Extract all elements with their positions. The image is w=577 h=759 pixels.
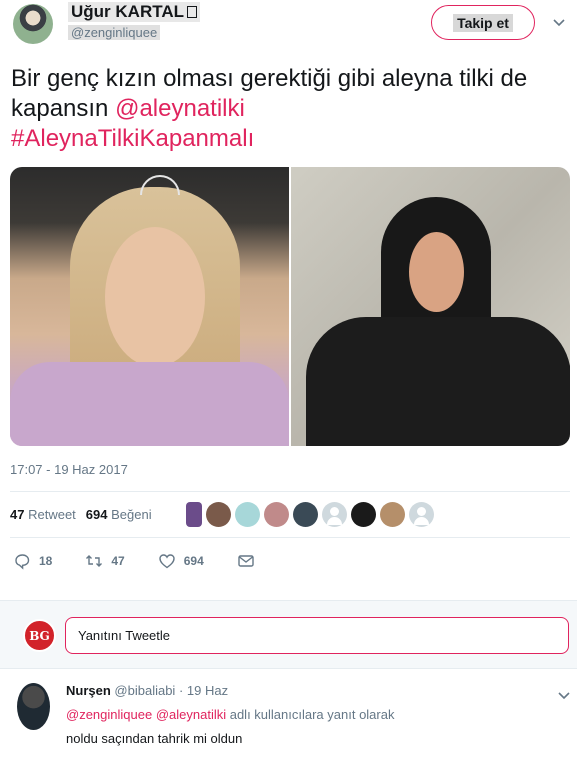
reply-composer: BG Yanıtını Tweetle [0,600,577,668]
reply-mention-1[interactable]: @zenginliquee [66,707,152,722]
reply-mention-2[interactable]: @aleynatilki [156,707,226,722]
liker-avatar[interactable] [380,502,405,527]
liker-avatar[interactable] [293,502,318,527]
like-stat-label: Beğeni [111,507,152,522]
like-stat-count: 694 [85,507,108,522]
reply-body: noldu saçından tahrik mi oldun [66,731,243,746]
author-handle[interactable]: @zenginliquee [68,25,161,40]
follow-label: Takip et [453,13,513,32]
like-stat[interactable]: 694 Beğeni [86,507,152,522]
envelope-icon [238,555,254,567]
tweet-hashtag-link[interactable]: #AleynaTilkiKapanmalı [11,125,254,152]
liker-avatar[interactable] [351,502,376,527]
current-user-avatar[interactable]: BG [23,619,56,652]
author-name-wrap[interactable]: Uğur KARTAL [68,2,200,22]
unknown-glyph-icon [187,6,197,18]
reply-input[interactable]: Yanıtını Tweetle [65,617,569,654]
tweet-photo-1[interactable] [10,167,289,446]
liker-avatar[interactable] [186,502,202,527]
heart-icon [159,554,175,569]
retweet-stat[interactable]: 47 Retweet [10,507,76,522]
like-action[interactable]: 694 [158,552,204,570]
retweet-action[interactable]: 47 [85,552,125,570]
reply-author-avatar[interactable] [17,683,50,730]
reply-context: @zenginliquee @aleynatilki adlı kullanıc… [66,707,394,722]
reply-icon [15,554,30,570]
tweet-media [10,167,570,446]
liker-avatar[interactable] [409,502,434,527]
author-avatar[interactable] [13,4,53,44]
retweet-stat-label: Retweet [28,507,76,522]
like-count: 694 [183,554,204,568]
chevron-down-icon[interactable] [553,16,565,28]
reply-tweet: Nurşen @bibaliabi · 19 Haz @zenginliquee… [0,668,577,759]
liker-avatars [186,502,434,527]
liker-avatar[interactable] [206,502,231,527]
divider [10,491,570,492]
reply-count: 18 [39,554,53,568]
tweet-text: Bir genç kızın olması gerektiği gibi ale… [11,64,566,154]
liker-avatar[interactable] [235,502,260,527]
follow-button[interactable]: Takip et [431,5,535,40]
retweet-stat-count: 47 [10,507,25,522]
tweet-photo-2[interactable] [291,167,570,446]
retweet-icon [86,555,103,567]
liker-avatar[interactable] [264,502,289,527]
reply-header: Nurşen @bibaliabi · 19 Haz [66,683,228,698]
tweet-timestamp[interactable]: 17:07 - 19 Haz 2017 [10,462,128,477]
message-action[interactable] [237,552,255,570]
reply-author-name[interactable]: Nurşen [66,683,111,698]
tweet-card: Uğur KARTAL @zenginliquee Takip et Bir g… [0,0,577,600]
reply-separator: · [178,683,184,698]
author-name[interactable]: Uğur KARTAL [71,2,184,21]
reply-context-suffix: adlı kullanıcılara yanıt olarak [226,707,395,722]
tweet-mention-link[interactable]: @aleynatilki [115,95,245,122]
tweet-actions: 18 47 694 [13,552,288,570]
tweet-text-plain: Bir genç kızın olması gerektiği gibi ale… [11,65,528,122]
tweet-stats: 47 Retweet 694 Beğeni [10,507,152,522]
divider [10,537,570,538]
liker-avatar[interactable] [322,502,347,527]
retweet-count: 47 [111,554,125,568]
reply-date[interactable]: 19 Haz [187,683,228,698]
current-user-avatar-text: BG [29,628,50,643]
reply-action[interactable]: 18 [13,552,52,570]
reply-author-handle[interactable]: @bibaliabi [114,683,175,698]
chevron-down-icon[interactable] [558,689,570,701]
